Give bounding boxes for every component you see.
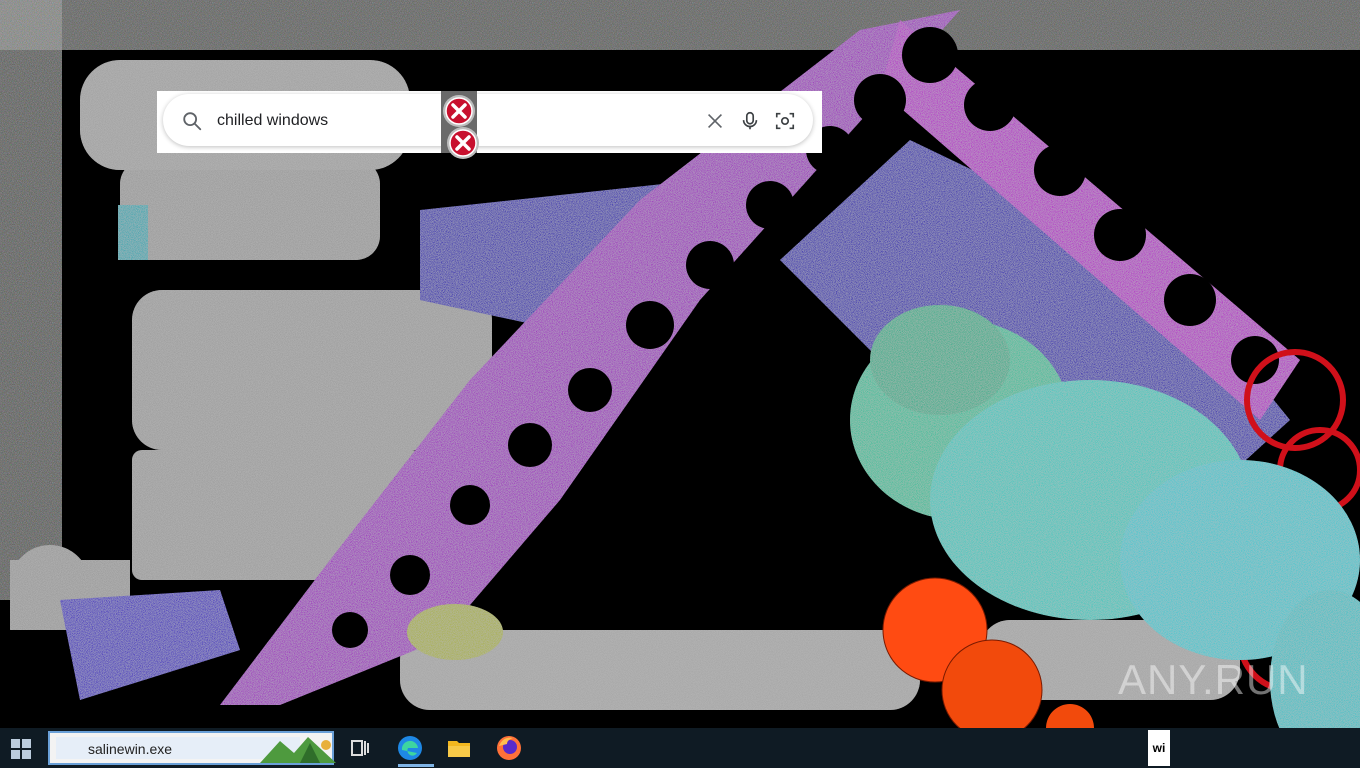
search-bar[interactable]	[163, 94, 813, 146]
search-bar-container	[157, 91, 822, 153]
search-input[interactable]	[215, 108, 479, 134]
taskbar-search-box[interactable]: salinewin.exe	[48, 731, 336, 765]
camera-lens-icon[interactable]	[774, 110, 796, 132]
error-x-icon	[443, 95, 475, 127]
microphone-icon[interactable]	[739, 110, 761, 132]
search-icon[interactable]	[181, 110, 203, 132]
search-highlight-icon	[260, 737, 336, 763]
task-view-icon[interactable]	[344, 732, 376, 764]
taskbar-search-text[interactable]: salinewin.exe	[88, 741, 172, 757]
start-icon[interactable]	[8, 736, 34, 762]
file-explorer-icon[interactable]	[443, 732, 475, 764]
watermark: ANY.RUN	[1118, 656, 1309, 703]
taskbar: salinewin.exe wi	[0, 728, 1360, 768]
close-icon[interactable]	[704, 110, 726, 132]
error-x-icon	[447, 127, 479, 159]
tray-text: wi	[1148, 730, 1170, 766]
edge-icon[interactable]	[394, 732, 426, 764]
firefox-icon[interactable]	[493, 732, 525, 764]
active-app-indicator	[398, 764, 434, 767]
